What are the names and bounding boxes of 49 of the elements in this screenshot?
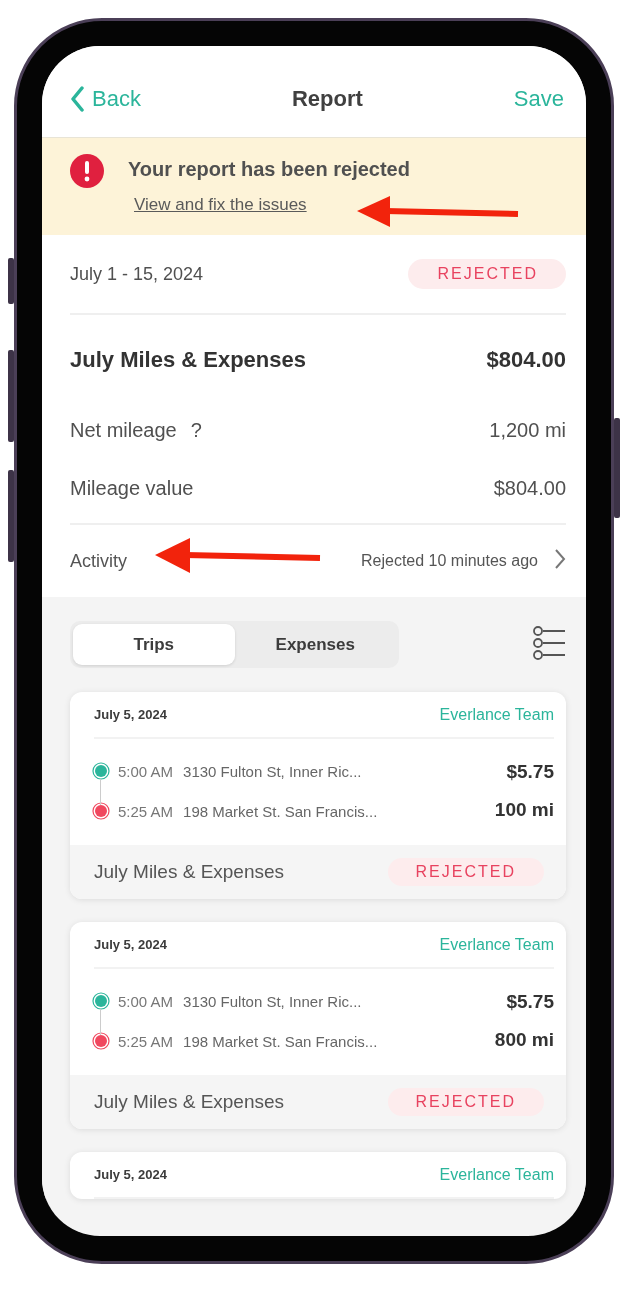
summary-value: $804.00 — [493, 476, 566, 500]
summary-label: Net mileage — [70, 418, 177, 442]
trip-card[interactable]: July 5, 2024 Everlance Team 5:00 AM 3130 Fulton St, Inner Ric... 5:25 AM 198 Market St. San Francis... $5.75 800 mi July Miles & Expenses REJECTED — [70, 922, 566, 1129]
back-chevron-icon — [70, 85, 84, 112]
tab[interactable]: Expenses — [234, 624, 396, 665]
start-point-icon — [92, 992, 110, 1010]
trip-distance: 800 mi — [494, 1029, 554, 1051]
alert-message: Your report has been rejected — [128, 158, 410, 181]
screen-title: Report — [291, 85, 363, 112]
trip-amount: $5.75 — [506, 761, 554, 783]
activity-label: Activity — [70, 550, 127, 572]
trip-card[interactable]: July 5, 2024 Everlance Team 5:00 AM 3130 Fulton St, Inner Ric... 5:25 AM 198 Market St. San Francis... $5.75 100 mi July Miles & Expenses REJECTED — [70, 692, 566, 899]
status-badge: REJECTED — [387, 1088, 544, 1116]
trip-card[interactable]: July 5, 2024 Everlance Team — [70, 1152, 566, 1199]
team-name: Everlance Team — [439, 935, 554, 954]
summary-label: Mileage value — [70, 476, 194, 500]
summary-value: 1,200 mi — [489, 418, 566, 442]
status-badge: REJECTED — [387, 858, 544, 886]
activity-status: Rejected 10 minutes ago — [361, 552, 538, 570]
stop-time: 5:00 AM — [118, 992, 174, 1010]
alert-icon — [70, 154, 104, 188]
stop-time: 5:25 AM — [118, 1032, 174, 1050]
tab[interactable]: Trips — [73, 624, 235, 665]
team-name: Everlance Team — [439, 1165, 554, 1184]
stop-address: 198 Market St. San Francis... — [183, 1032, 378, 1050]
trip-distance: 100 mi — [494, 799, 554, 821]
start-point-icon — [92, 762, 110, 780]
report-name: July Miles & Expenses — [94, 861, 285, 883]
stop-address: 198 Market St. San Francis... — [183, 802, 378, 820]
trip-date: July 5, 2024 — [94, 1167, 167, 1182]
stop-address: 3130 Fulton St, Inner Ric... — [183, 762, 362, 780]
trip-date: July 5, 2024 — [94, 937, 167, 952]
report-period: July 1 - 15, 2024 — [70, 263, 204, 285]
report-total: $804.00 — [486, 347, 566, 373]
stop-address: 3130 Fulton St, Inner Ric... — [183, 992, 362, 1010]
stop-time: 5:00 AM — [118, 762, 174, 780]
stop-time: 5:25 AM — [118, 802, 174, 820]
trip-amount: $5.75 — [506, 991, 554, 1013]
report-name: July Miles & Expenses — [70, 347, 306, 373]
end-point-icon — [92, 1032, 110, 1050]
chevron-right-icon — [554, 547, 566, 570]
help-mark[interactable]: ? — [190, 418, 202, 442]
end-point-icon — [92, 802, 110, 820]
status-badge: REJECTED — [407, 259, 566, 289]
report-name: July Miles & Expenses — [94, 1091, 285, 1113]
team-name: Everlance Team — [439, 705, 554, 724]
list-icon[interactable] — [532, 624, 566, 661]
trip-date: July 5, 2024 — [94, 707, 167, 722]
fix-issues-link[interactable]: View and fix the issues — [134, 195, 410, 215]
